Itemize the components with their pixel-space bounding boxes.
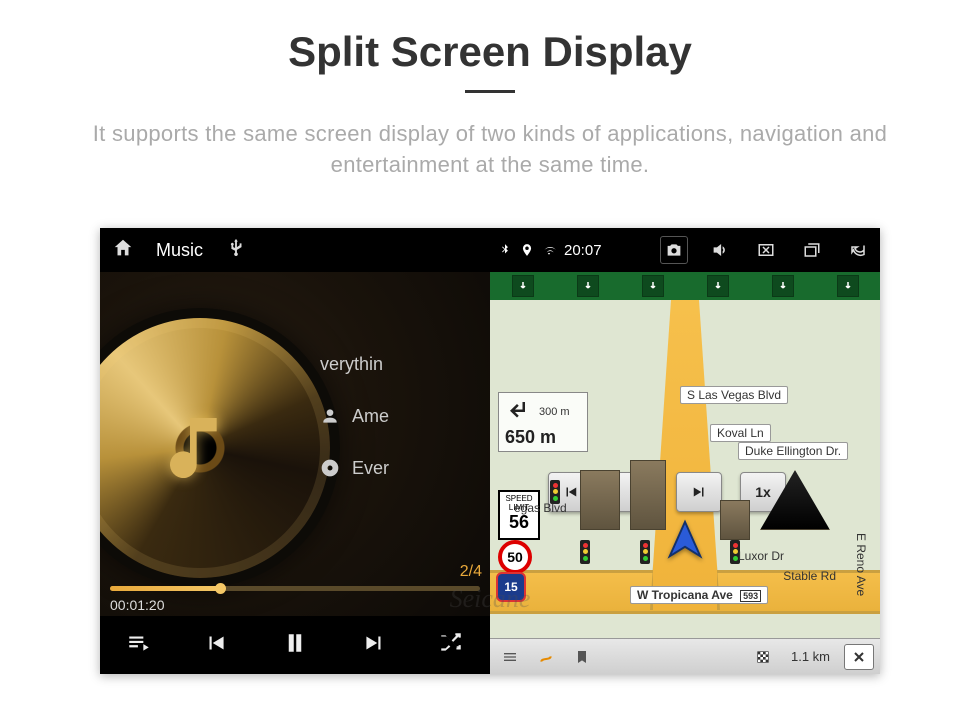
lane-arrow (642, 275, 664, 297)
map-canvas[interactable]: 300 m 650 m SPEED LIMIT 56 50 15 1x (490, 300, 880, 674)
volume-button[interactable] (706, 236, 734, 264)
street-label-tropicana: W Tropicana Ave 593 (630, 586, 768, 604)
turn-instruction: 300 m 650 m (498, 392, 588, 452)
back-button[interactable] (844, 236, 872, 264)
nav-destination-icon (749, 649, 777, 665)
progress-area: 00:01:20 (100, 586, 490, 613)
music-controls (100, 616, 490, 674)
traffic-light-icon (580, 540, 590, 564)
remaining-distance: 1.1 km (785, 649, 836, 664)
street-label: Duke Ellington Dr. (738, 442, 848, 460)
music-note-icon (160, 408, 240, 488)
lane-arrow (772, 275, 794, 297)
title-underline (465, 90, 515, 93)
track-index: 2/4 (460, 563, 482, 581)
page-title: Split Screen Display (0, 28, 980, 76)
album-row: Ever (320, 442, 490, 494)
speed-limit-round: 50 (498, 540, 532, 574)
location-icon (520, 243, 534, 257)
traffic-light-icon (640, 540, 650, 564)
nav-close-button[interactable] (844, 644, 874, 670)
system-status-bar: 20:07 (490, 228, 880, 272)
progress-bar[interactable] (110, 586, 480, 591)
nav-bookmark-button[interactable] (568, 649, 596, 665)
building (720, 500, 750, 540)
person-icon (320, 406, 340, 426)
prev-track-button[interactable] (203, 630, 229, 661)
navigation-pane: 20:07 (490, 228, 880, 674)
track-title: verythin (320, 354, 383, 375)
progress-fill (110, 586, 221, 591)
vehicle-cursor (662, 518, 708, 564)
street-label: Koval Ln (710, 424, 771, 442)
next-track-button[interactable] (361, 630, 387, 661)
recent-apps-button[interactable] (798, 236, 826, 264)
turn-distance-small: 300 m (539, 406, 570, 418)
clock: 20:07 (564, 242, 602, 259)
street-label: E Reno Ave (848, 532, 874, 597)
street-label: egas Blvd (508, 500, 573, 516)
nav-menu-button[interactable] (496, 649, 524, 665)
music-app-title: Music (156, 240, 203, 261)
artist-row: Ame (320, 390, 490, 442)
track-title-row: verythin (320, 338, 490, 390)
nav-route-button[interactable] (532, 649, 560, 665)
music-pane: Music verythin Ame Ever 2/4 (100, 228, 490, 674)
shuffle-button[interactable] (438, 630, 464, 661)
street-label: Luxor Dr (732, 548, 790, 564)
lane-guidance-strip (490, 272, 880, 300)
turn-distance: 650 m (505, 427, 581, 448)
lane-arrow (577, 275, 599, 297)
artist-name: Ame (352, 406, 389, 427)
building (630, 460, 666, 530)
interstate-shield: 15 (496, 572, 526, 602)
nav-next-button[interactable] (676, 472, 722, 512)
track-metadata: verythin Ame Ever (320, 338, 490, 494)
wifi-icon (542, 243, 556, 257)
lane-arrow (512, 275, 534, 297)
album-name: Ever (352, 458, 389, 479)
bluetooth-icon (498, 243, 512, 257)
street-label: S Las Vegas Blvd (680, 386, 788, 404)
street-label: Stable Rd (777, 568, 842, 584)
building (580, 470, 620, 530)
lane-arrow (837, 275, 859, 297)
turn-left-icon (505, 397, 535, 427)
home-icon[interactable] (112, 237, 134, 264)
nav-bottom-bar: 1.1 km (490, 638, 880, 674)
pause-button[interactable] (280, 628, 310, 663)
close-app-button[interactable] (752, 236, 780, 264)
playlist-button[interactable] (126, 630, 152, 661)
screenshot-button[interactable] (660, 236, 688, 264)
lane-arrow (707, 275, 729, 297)
split-screen-device: Music verythin Ame Ever 2/4 (100, 228, 880, 674)
page-subtitle: It supports the same screen display of t… (0, 103, 980, 211)
album-disc (100, 308, 340, 588)
music-topbar: Music (100, 228, 490, 272)
usb-icon[interactable] (225, 237, 247, 264)
disc-icon (320, 458, 340, 478)
elapsed-time: 00:01:20 (110, 597, 165, 613)
